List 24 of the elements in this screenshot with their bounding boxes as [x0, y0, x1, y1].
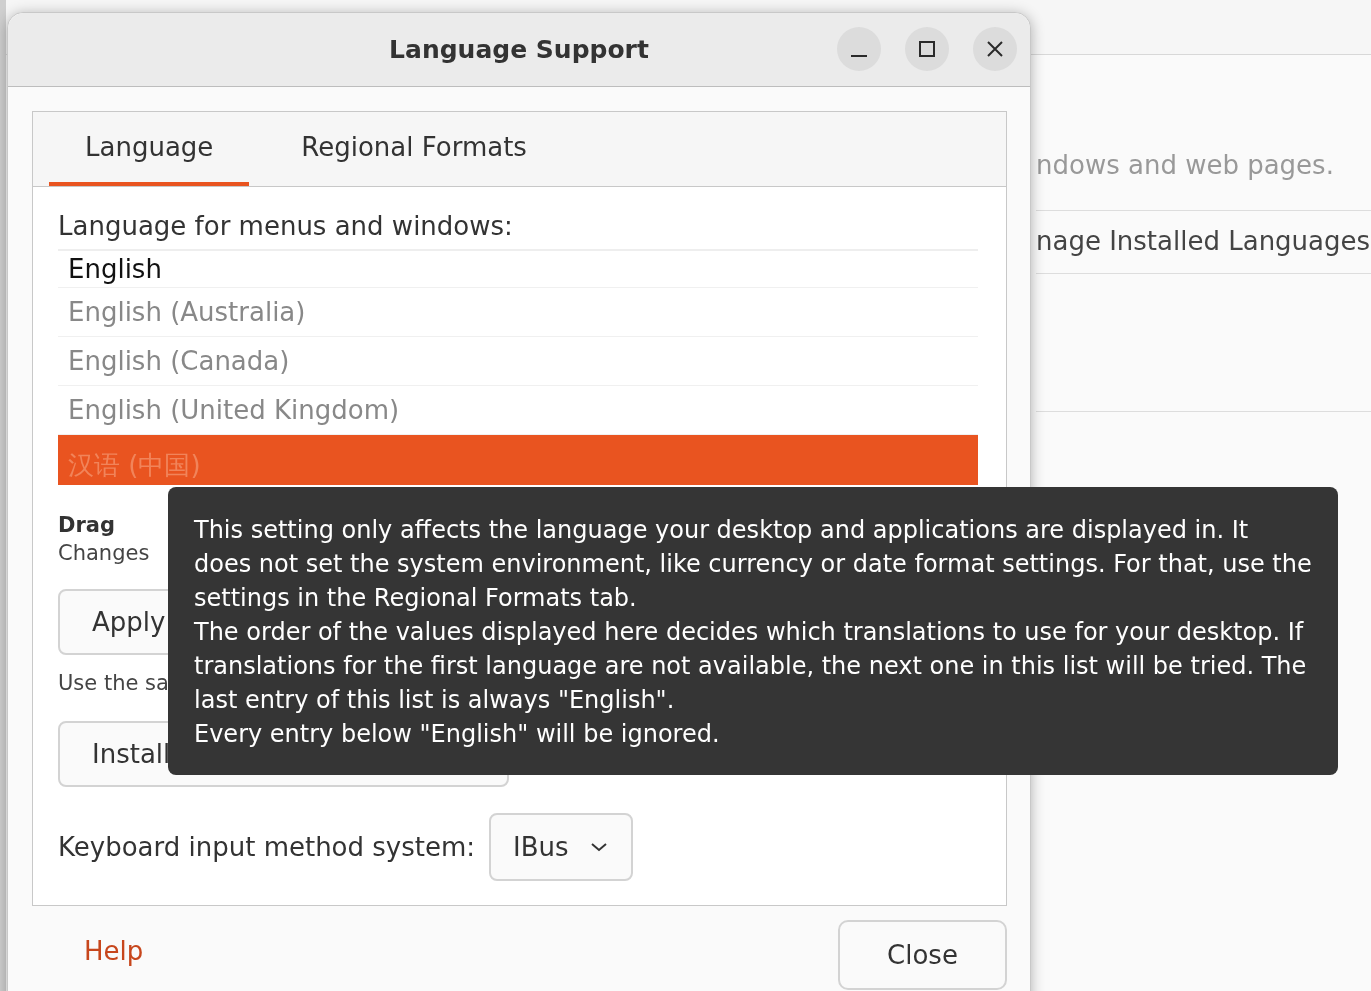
window-title: Language Support — [389, 35, 649, 64]
input-method-dropdown[interactable]: IBus — [489, 813, 633, 881]
language-item[interactable]: English (Canada) — [58, 337, 978, 386]
tab[interactable]: Language — [49, 112, 250, 186]
drag-hint: Drag — [58, 513, 115, 537]
description-text: ndows and web pages. — [1036, 150, 1335, 182]
minimize-icon — [851, 55, 867, 57]
manage-languages-row[interactable]: nage Installed Languages — [1036, 210, 1371, 274]
close-dialog-button[interactable]: Close — [838, 920, 1007, 990]
help-link[interactable]: Help — [84, 920, 144, 966]
language-item[interactable]: English — [58, 251, 978, 288]
tooltip-text: Every entry below "English" will be ignored. — [194, 719, 721, 750]
maximize-icon — [918, 40, 936, 58]
maximize-button[interactable] — [905, 27, 949, 71]
close-icon — [986, 40, 1004, 58]
language-label: Language for menus and windows: — [58, 211, 514, 241]
tooltip-text: This setting only affects the language your desktop and applications are displayed in. It does not set the system environment, like currency or date format settings. For that, use the settings in the Regional Formats tab. — [194, 515, 1312, 614]
tooltip-text: The order of the values displayed here decides which translations to use for your desktop. If translations for the first language are not available, the next one in this list will be tried. The last entry of this list is always "English". — [194, 617, 1308, 716]
tab[interactable]: Regional Formats — [265, 112, 563, 186]
close-button[interactable] — [973, 27, 1017, 71]
language-item[interactable]: English (Australia) — [58, 288, 978, 337]
keyboard-label: Keyboard input method system: — [58, 832, 476, 862]
login-note: Use the sa — [58, 671, 169, 695]
changes-note: Changes — [58, 541, 150, 565]
